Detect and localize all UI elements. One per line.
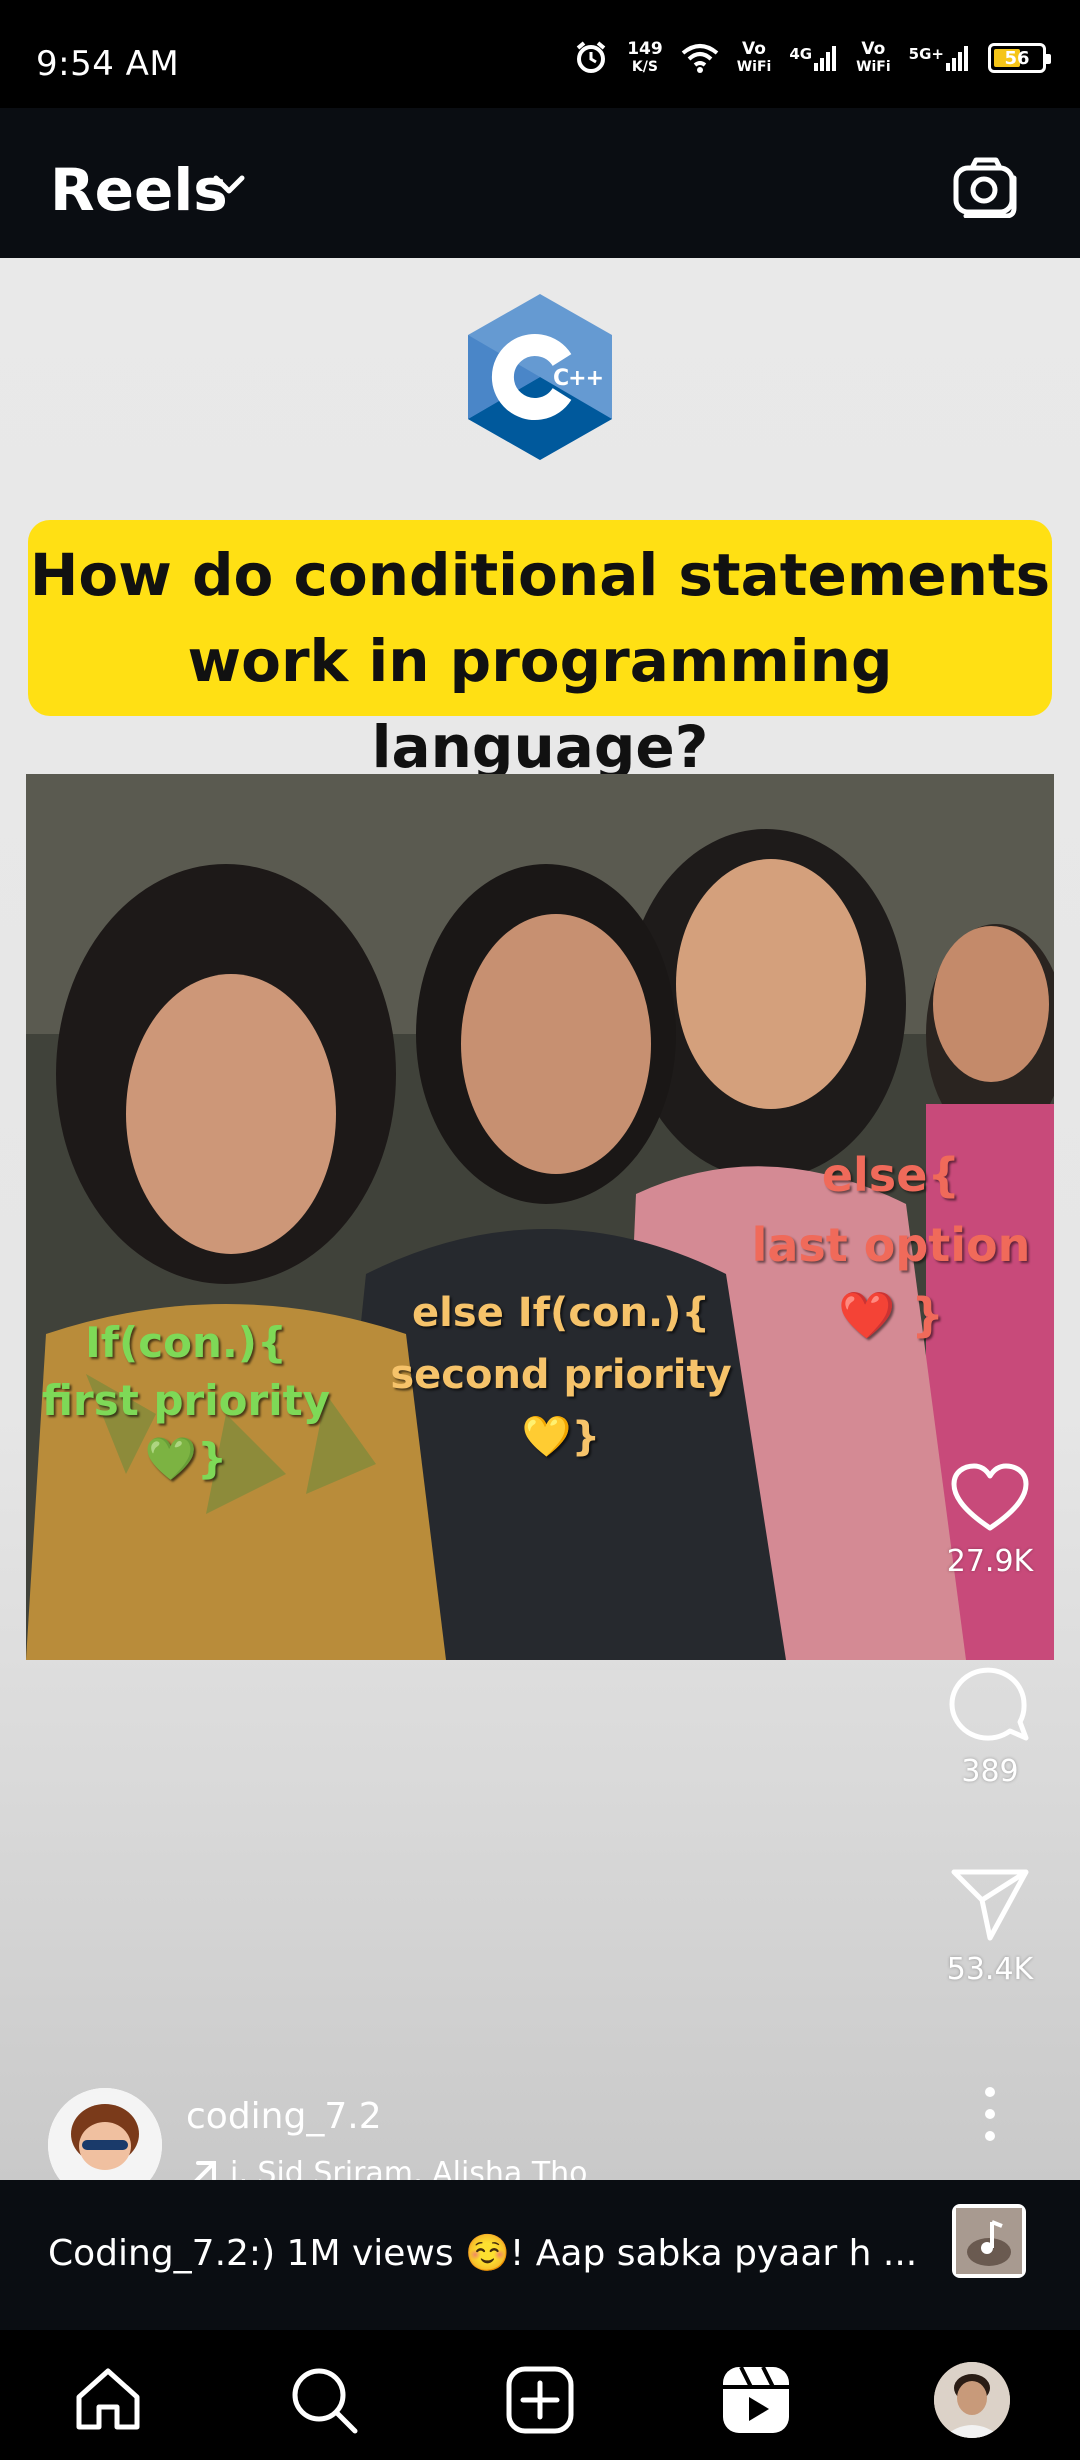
chevron-down-icon[interactable] <box>212 174 246 196</box>
signal-5g: 5G+ <box>909 45 970 71</box>
status-icons: 149 K/S Vo WiFi 4G Vo WiFi 5G+ 56 <box>573 39 1051 76</box>
share-count: 53.4K <box>946 1952 1034 1987</box>
signal-icon <box>814 46 837 71</box>
home-icon <box>76 2368 140 2430</box>
nav-home[interactable] <box>68 2360 148 2440</box>
vowifi-indicator-1: Vo WiFi <box>736 39 772 75</box>
music-note-icon <box>956 2208 1022 2274</box>
camera-icon[interactable] <box>952 156 1020 218</box>
nav-create[interactable] <box>500 2360 580 2440</box>
reels-title[interactable]: Reels <box>50 156 228 224</box>
overlay-else: else{ last option ❤️ } <box>751 1148 1031 1342</box>
overlay-else-if: else If(con.){ second priority 💛} <box>390 1290 732 1460</box>
nav-reels[interactable] <box>716 2360 796 2440</box>
comment-icon <box>949 1667 1029 1741</box>
status-time: 9:54 AM <box>36 44 180 84</box>
profile-illustration <box>934 2362 1010 2438</box>
battery-level: 56 <box>1004 47 1030 69</box>
signal-4g: 4G <box>789 45 838 71</box>
cpp-logo-text: C++ <box>553 366 603 391</box>
caption-text[interactable]: Coding_7.2:) 1M views ☺️! Aap sabka pyaa… <box>48 2232 917 2274</box>
reels-icon <box>723 2366 789 2433</box>
nav-search[interactable] <box>284 2360 364 2440</box>
add-icon <box>506 2366 574 2434</box>
more-options-icon[interactable] <box>976 2084 1004 2144</box>
vowifi-indicator-2: Vo WiFi <box>856 39 891 75</box>
profile-avatar <box>934 2362 1010 2438</box>
author-username[interactable]: coding_7.2 <box>186 2096 382 2137</box>
cpp-logo-icon: C++ <box>468 294 612 460</box>
comment-count: 389 <box>961 1754 1019 1789</box>
caption-bar: Coding_7.2:) 1M views ☺️! Aap sabka pyaa… <box>0 2180 1080 2330</box>
comment-button[interactable]: 389 <box>930 1664 1050 1789</box>
video-frame: If(con.){ first priority 💚} else If(con.… <box>26 774 1054 1660</box>
overlay-if: If(con.){ first priority 💚} <box>41 1318 331 1483</box>
heart-icon <box>951 1463 1029 1531</box>
like-count: 27.9K <box>946 1544 1034 1579</box>
network-speed: 149 K/S <box>627 39 663 75</box>
music-thumbnail[interactable] <box>952 2204 1026 2278</box>
battery-icon: 56 <box>988 43 1051 73</box>
alarm-icon <box>576 41 606 73</box>
reels-header: Reels <box>0 108 1080 258</box>
reel-video[interactable]: C++ How do conditional statements work i… <box>0 258 1080 2180</box>
status-bar: 9:54 AM 149 K/S Vo WiFi 4G Vo WiFi 5G+ 5… <box>0 0 1080 108</box>
question-banner: How do conditional statements work in pr… <box>28 520 1052 781</box>
search-icon <box>292 2368 358 2434</box>
send-icon <box>951 1869 1029 1941</box>
like-button[interactable]: 27.9K <box>930 1462 1050 1579</box>
signal-icon <box>946 46 968 71</box>
wifi-icon <box>681 44 718 73</box>
share-button[interactable]: 53.4K <box>930 1866 1050 1987</box>
nav-profile[interactable] <box>932 2360 1012 2440</box>
bottom-navigation <box>0 2330 1080 2460</box>
